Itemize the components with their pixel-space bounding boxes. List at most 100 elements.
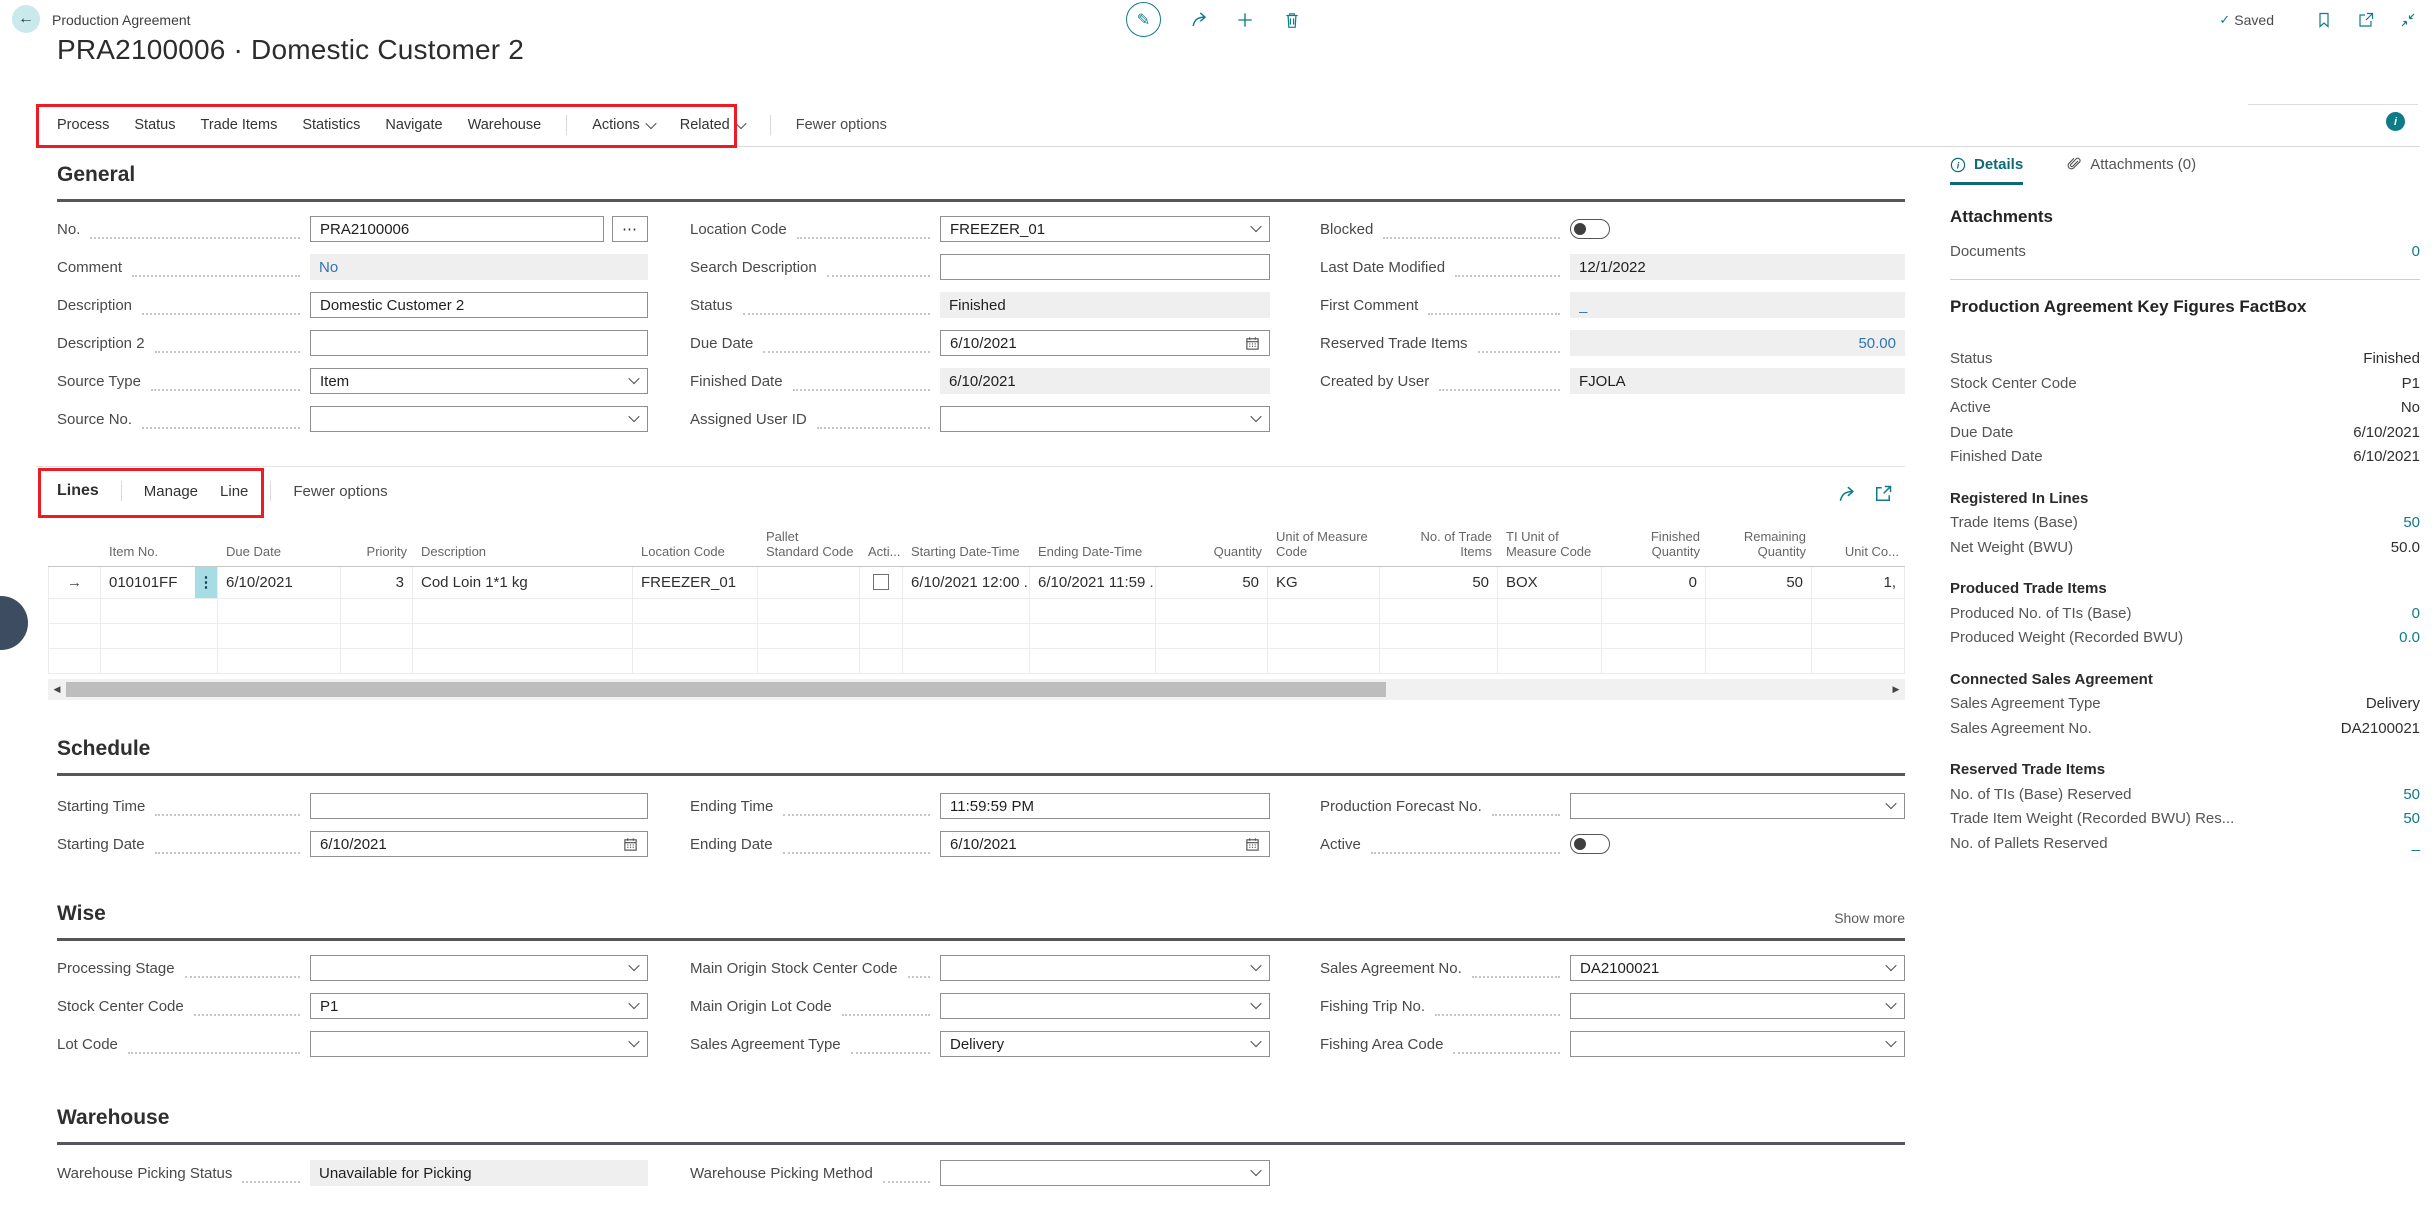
open-in-new-window-button[interactable]	[2356, 10, 2376, 30]
documents-count-link[interactable]: 0	[2412, 243, 2420, 260]
empty-cell[interactable]	[48, 599, 101, 624]
info-icon[interactable]: i	[2386, 112, 2405, 131]
assigned-user-id-dropdown[interactable]	[940, 406, 1270, 432]
chevron-down-icon[interactable]	[1250, 997, 1261, 1008]
empty-cell[interactable]	[413, 649, 633, 674]
empty-cell[interactable]	[1812, 649, 1905, 674]
empty-cell[interactable]	[413, 599, 633, 624]
chevron-down-icon[interactable]	[1885, 797, 1896, 808]
fishing-area-code-dropdown[interactable]	[1570, 1031, 1905, 1057]
edge-peek-button[interactable]	[0, 596, 28, 650]
empty-cell[interactable]	[860, 624, 903, 649]
main-origin-stock-center-code-dropdown[interactable]	[940, 955, 1270, 981]
share-button[interactable]	[1188, 10, 1208, 30]
tab-attachments[interactable]: Attachments (0)	[2067, 156, 2196, 182]
empty-cell[interactable]	[1706, 624, 1812, 649]
empty-cell[interactable]	[860, 649, 903, 674]
first-comment-field[interactable]: _	[1570, 292, 1905, 318]
horizontal-scrollbar[interactable]: ◀ ▶	[48, 679, 1905, 700]
column-header[interactable]: Priority	[341, 527, 413, 567]
chevron-down-icon[interactable]	[628, 372, 639, 383]
empty-cell[interactable]	[903, 624, 1030, 649]
empty-cell[interactable]	[1156, 624, 1268, 649]
empty-cell[interactable]	[1156, 649, 1268, 674]
empty-cell[interactable]	[903, 599, 1030, 624]
empty-cell[interactable]	[48, 624, 101, 649]
starting-time-input[interactable]	[310, 793, 648, 819]
empty-cell[interactable]	[1030, 599, 1156, 624]
column-header[interactable]: TI Unit of Measure Code	[1498, 527, 1602, 567]
empty-cell[interactable]	[218, 599, 341, 624]
section-heading-general[interactable]: General	[57, 163, 135, 187]
drilldown-link[interactable]: 0	[2412, 605, 2420, 622]
empty-cell[interactable]	[1380, 624, 1498, 649]
calendar-icon[interactable]	[623, 837, 638, 852]
empty-cell[interactable]	[1706, 649, 1812, 674]
sales-agreement-no-dropdown[interactable]: DA2100021	[1570, 955, 1905, 981]
empty-cell[interactable]	[633, 599, 758, 624]
empty-cell[interactable]	[1268, 624, 1380, 649]
cell-unit-of-measure[interactable]: KG	[1268, 567, 1380, 599]
column-header[interactable]: Due Date	[218, 527, 341, 567]
open-in-excel-button[interactable]	[1873, 484, 1893, 504]
empty-cell[interactable]	[218, 649, 341, 674]
chevron-down-icon[interactable]	[1250, 1035, 1261, 1046]
chevron-down-icon[interactable]	[1250, 220, 1261, 231]
sales-agreement-type-dropdown[interactable]: Delivery	[940, 1031, 1270, 1057]
cell-pallet-standard-code[interactable]	[758, 567, 860, 599]
empty-cell[interactable]	[758, 649, 860, 674]
source-no-dropdown[interactable]	[310, 406, 648, 432]
empty-cell[interactable]	[860, 599, 903, 624]
empty-cell[interactable]	[1268, 599, 1380, 624]
cell-active[interactable]	[860, 567, 903, 599]
comment-field[interactable]: No	[310, 254, 648, 280]
row-selector[interactable]: →	[48, 567, 101, 599]
empty-cell[interactable]	[1380, 599, 1498, 624]
empty-cell[interactable]	[1602, 624, 1706, 649]
edit-button[interactable]: ✎	[1126, 2, 1161, 37]
column-header[interactable]: Quantity	[1156, 527, 1268, 567]
ending-date-input[interactable]: 6/10/2021	[940, 831, 1270, 857]
cell-ti-unit-of-measure[interactable]: BOX	[1498, 567, 1602, 599]
column-header[interactable]: Unit of Measure Code	[1268, 527, 1380, 567]
scroll-right-icon[interactable]: ▶	[1887, 684, 1905, 695]
empty-cell[interactable]	[48, 649, 101, 674]
chevron-down-icon[interactable]	[628, 410, 639, 421]
empty-cell[interactable]	[758, 599, 860, 624]
empty-cell[interactable]	[101, 649, 218, 674]
empty-cell[interactable]	[218, 624, 341, 649]
description-input[interactable]: Domestic Customer 2	[310, 292, 648, 318]
empty-cell[interactable]	[1156, 599, 1268, 624]
empty-cell[interactable]	[1498, 624, 1602, 649]
section-heading-schedule[interactable]: Schedule	[57, 737, 150, 761]
section-heading-warehouse[interactable]: Warehouse	[57, 1106, 169, 1130]
lines-fewer-options[interactable]: Fewer options	[293, 483, 387, 500]
drilldown-link[interactable]: 50	[2403, 786, 2420, 803]
calendar-icon[interactable]	[1245, 837, 1260, 852]
description-2-input[interactable]	[310, 330, 648, 356]
drilldown-link[interactable]: 50	[2403, 514, 2420, 531]
empty-cell[interactable]	[1498, 649, 1602, 674]
empty-cell[interactable]	[1380, 649, 1498, 674]
chevron-down-icon[interactable]	[628, 1035, 639, 1046]
column-header[interactable]: Finished Quantity	[1602, 527, 1706, 567]
cell-unit-cost[interactable]: 1,	[1812, 567, 1905, 599]
source-type-dropdown[interactable]: Item	[310, 368, 648, 394]
column-header[interactable]: No. of Trade Items	[1380, 527, 1498, 567]
processing-stage-dropdown[interactable]	[310, 955, 648, 981]
empty-cell[interactable]	[633, 624, 758, 649]
empty-cell[interactable]	[341, 649, 413, 674]
column-header[interactable]: Remaining Quantity	[1706, 527, 1812, 567]
breadcrumb[interactable]: Production Agreement	[52, 12, 191, 28]
delete-button[interactable]	[1282, 10, 1302, 30]
empty-cell[interactable]	[758, 624, 860, 649]
stock-center-code-dropdown[interactable]: P1	[310, 993, 648, 1019]
column-header[interactable]: Pallet Standard Code	[758, 527, 860, 567]
empty-cell[interactable]	[1812, 624, 1905, 649]
cell-quantity[interactable]: 50	[1156, 567, 1268, 599]
collapse-button[interactable]	[2398, 10, 2418, 30]
empty-cell[interactable]	[1812, 599, 1905, 624]
column-header[interactable]: Starting Date-Time	[903, 527, 1030, 567]
fishing-trip-no-dropdown[interactable]	[1570, 993, 1905, 1019]
cell-item-no[interactable]: 010101FF	[101, 567, 218, 599]
